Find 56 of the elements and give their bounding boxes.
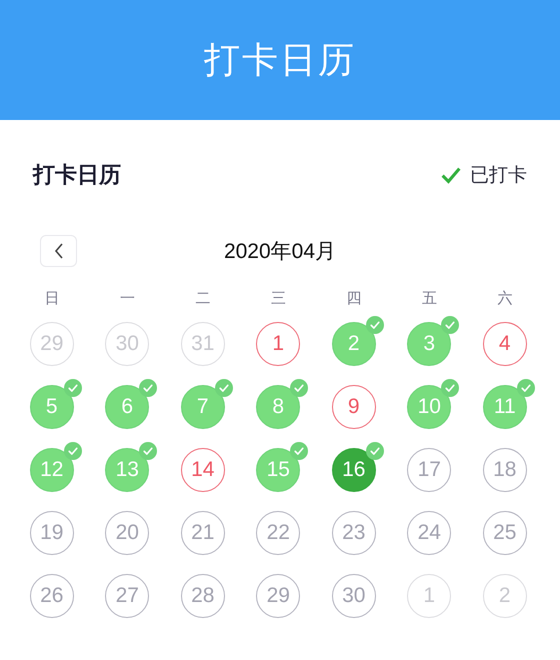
weekday-label: 五 bbox=[422, 289, 437, 309]
day-cell[interactable]: 7 bbox=[180, 384, 225, 428]
day-cell[interactable]: 29 bbox=[256, 574, 300, 618]
weekday-label: 二 bbox=[195, 289, 210, 309]
day-cell[interactable]: 19 bbox=[30, 510, 74, 554]
day-cell[interactable]: 14 bbox=[180, 448, 225, 492]
check-badge-icon bbox=[64, 442, 82, 460]
day-cell[interactable]: 1 bbox=[256, 322, 300, 366]
day-cell[interactable]: 2 bbox=[332, 322, 376, 366]
day-cell[interactable]: 24 bbox=[407, 510, 452, 554]
check-badge-icon bbox=[441, 316, 460, 334]
day-cell[interactable]: 25 bbox=[482, 510, 527, 554]
check-badge-icon bbox=[366, 442, 384, 460]
previous-month-button[interactable] bbox=[40, 235, 77, 267]
card-title: 打卡日历 bbox=[33, 162, 121, 190]
day-cell[interactable]: 13 bbox=[105, 448, 150, 492]
chevron-left-icon bbox=[54, 243, 64, 259]
day-cell[interactable]: 12 bbox=[30, 448, 74, 492]
day-cell[interactable]: 9 bbox=[332, 384, 376, 428]
weekday-label: 三 bbox=[270, 289, 286, 309]
check-icon bbox=[440, 166, 462, 184]
day-cell[interactable]: 23 bbox=[332, 510, 376, 554]
day-cell[interactable]: 8 bbox=[256, 384, 300, 428]
day-cell[interactable]: 27 bbox=[105, 574, 150, 618]
day-cell[interactable]: 18 bbox=[482, 448, 527, 492]
weekday-label: 六 bbox=[497, 289, 512, 309]
weekday-label: 日 bbox=[44, 289, 60, 309]
day-cell[interactable]: 16 bbox=[332, 448, 376, 492]
weekday-label: 四 bbox=[346, 289, 362, 309]
day-cell[interactable]: 20 bbox=[105, 510, 150, 554]
check-badge-icon bbox=[139, 442, 158, 460]
day-cell[interactable]: 28 bbox=[180, 574, 225, 618]
month-label: 2020年04月 bbox=[224, 239, 336, 265]
check-badge-icon bbox=[139, 378, 158, 396]
check-badge-icon bbox=[366, 316, 384, 334]
legend-label: 已打卡 bbox=[470, 163, 527, 188]
day-cell[interactable]: 5 bbox=[30, 384, 74, 428]
weekday-label: 一 bbox=[120, 289, 135, 309]
day-cell[interactable]: 21 bbox=[180, 510, 225, 554]
check-badge-icon bbox=[516, 378, 535, 396]
day-cell[interactable]: 10 bbox=[407, 384, 452, 428]
check-badge-icon bbox=[64, 378, 82, 396]
day-cell[interactable]: 17 bbox=[407, 448, 452, 492]
day-cell[interactable]: 6 bbox=[105, 384, 150, 428]
day-cell[interactable]: 3 bbox=[407, 322, 452, 366]
check-badge-icon bbox=[441, 378, 460, 396]
check-badge-icon bbox=[214, 378, 233, 396]
page-title: 打卡日历 bbox=[204, 38, 356, 82]
day-cell[interactable]: 22 bbox=[256, 510, 300, 554]
day-cell[interactable]: 11 bbox=[482, 384, 527, 428]
day-cell[interactable]: 26 bbox=[30, 574, 74, 618]
day-cell[interactable]: 30 bbox=[332, 574, 376, 618]
check-badge-icon bbox=[290, 442, 308, 460]
day-cell[interactable]: 4 bbox=[482, 322, 527, 366]
check-badge-icon bbox=[290, 378, 308, 396]
day-cell[interactable]: 15 bbox=[256, 448, 300, 492]
